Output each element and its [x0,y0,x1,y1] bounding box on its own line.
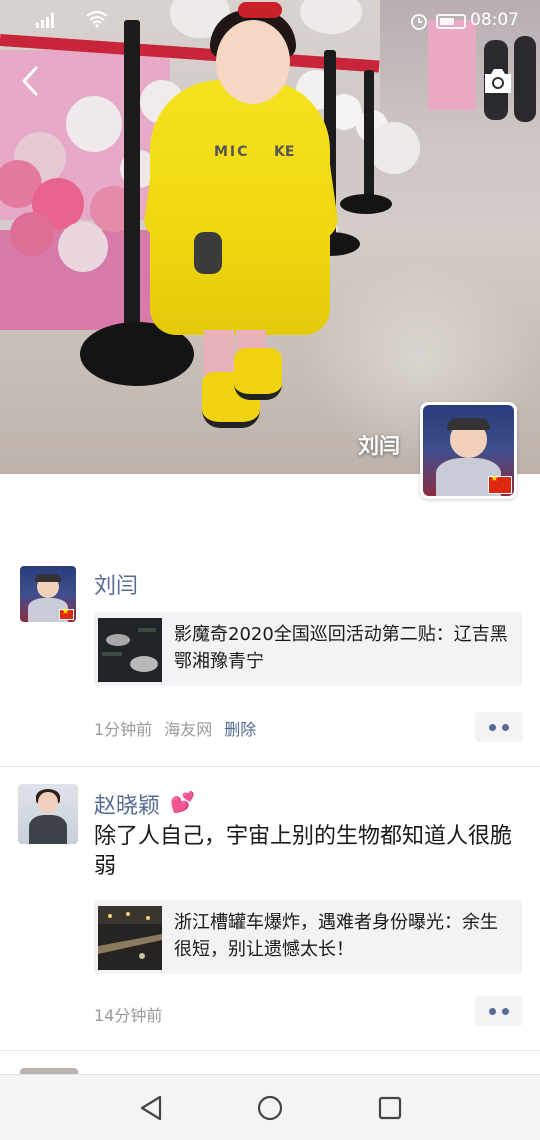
feed-post: 刘闫 影魔奇2020全国巡回活动第二贴：辽吉黑鄂湘豫青宁 1分钟前海友网删除 [0,566,540,766]
author-name[interactable]: 赵晓颖 [94,788,160,820]
link-card[interactable]: 影魔奇2020全国巡回活动第二贴：辽吉黑鄂湘豫青宁 [94,612,522,686]
link-card[interactable]: 浙江槽罐车爆炸，遇难者身份曝光：余生很短，别让遗憾太长！ [94,900,522,974]
balloon [58,222,108,272]
post-time: 1分钟前 [94,720,153,739]
author-name[interactable]: 刘闫 [94,568,138,600]
stanchion-base [340,194,392,214]
avatar-cap [446,417,491,431]
back-icon[interactable] [14,64,46,98]
post-meta: 1分钟前 海友网 删除 [94,716,256,740]
link-title: 浙江槽罐车爆炸，遇难者身份曝光：余生很短，别让遗憾太长！ [174,912,498,960]
divider [0,1050,540,1051]
status-time: 08:07 [470,10,519,30]
post-text: 除了人自己，宇宙上别的生物都知道人很脆弱 [94,824,513,879]
stanchion-post [124,20,140,346]
avatar-image [18,784,78,844]
dot [502,1008,509,1015]
post-time: 14分钟前 [94,1006,163,1025]
feed-post: 赵晓颖 💕 除了人自己，宇宙上别的生物都知道人很脆弱 浙江槽罐车爆炸，遇难者身份… [0,784,540,1034]
girl-yellow-coat [150,80,330,335]
nav-home-icon[interactable] [255,1093,285,1123]
profile-name[interactable]: 刘闫 [300,430,400,460]
background-person [514,36,536,122]
author-avatar[interactable] [18,784,78,844]
dot [489,1008,496,1015]
thumbnail-image [98,618,162,682]
nav-recents-icon[interactable] [375,1093,405,1123]
signal-icon [36,13,54,28]
nav-back-icon[interactable] [136,1093,166,1123]
balloon [66,96,122,152]
more-dots-icon[interactable] [475,996,523,1026]
divider [0,766,540,767]
dot [489,724,496,731]
wifi-icon [86,11,108,28]
dot [502,724,509,731]
china-flag-icon [59,607,74,620]
post-source[interactable]: 海友网 [164,720,212,739]
avatar-face [38,792,58,813]
link-title: 影魔奇2020全国巡回活动第二贴：辽吉黑鄂湘豫青宁 [174,624,508,672]
moments-page: MIC KE 08:07 刘闫 ★ ★ 刘闫 影魔奇2020全国巡回活动第二贴：… [0,0,540,1140]
thumbnail-image [98,906,162,970]
avatar-cap [34,573,62,582]
balloon [10,212,54,256]
coat-print: MIC [214,144,250,160]
status-bar: 08:07 [0,0,540,42]
heart-emoji-icon: 💕 [170,790,195,814]
balloon [368,122,420,174]
link-thumbnail [98,906,162,970]
more-dots-icon[interactable] [475,712,523,742]
yellow-boot [234,348,282,400]
camera-icon[interactable] [482,66,514,96]
stanchion-post [364,70,374,204]
author-avatar[interactable] [20,566,76,622]
moments-feed: 刘闫 影魔奇2020全国巡回活动第二贴：辽吉黑鄂湘豫青宁 1分钟前海友网删除 [0,474,540,1074]
avatar-image [20,566,76,622]
coat-pocket [194,232,222,274]
alarm-icon [411,14,427,30]
link-thumbnail [98,618,162,682]
delete-button[interactable]: 删除 [224,720,256,739]
system-nav-bar [0,1074,540,1140]
battery-icon [436,14,466,29]
post-meta: 14分钟前 [94,1002,162,1026]
avatar-figure [28,815,68,844]
coat-print: KE [274,144,295,160]
